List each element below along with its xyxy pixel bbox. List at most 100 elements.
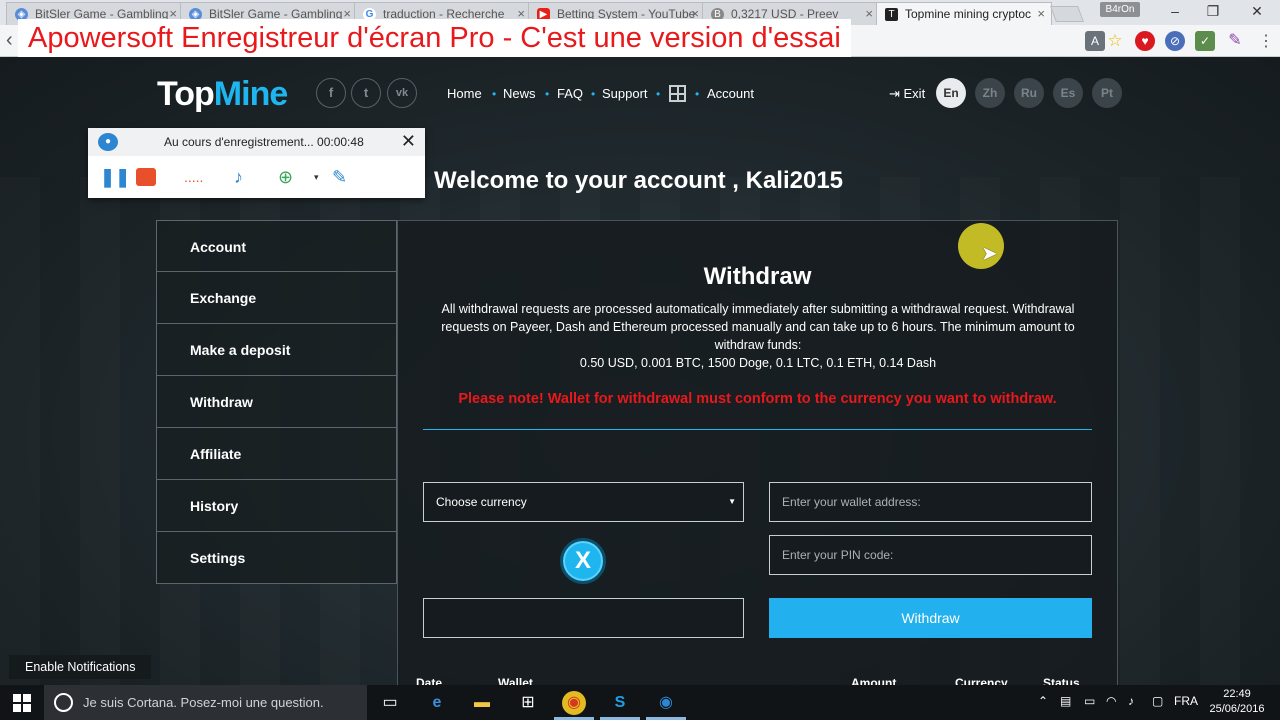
windows-start-icon[interactable] bbox=[13, 694, 31, 712]
close-tab-icon[interactable]: × bbox=[865, 6, 873, 21]
table-header-date: Date bbox=[416, 676, 443, 685]
menu-dots-icon[interactable]: ⋮ bbox=[1258, 31, 1274, 51]
nav-news[interactable]: News bbox=[503, 86, 536, 101]
currency-select-value: Choose currency bbox=[436, 495, 527, 509]
recorder-app-icon[interactable]: ◉ bbox=[654, 691, 678, 715]
notification-center-icon[interactable]: ▢ bbox=[1152, 694, 1163, 708]
wifi-icon[interactable]: ◠ bbox=[1106, 694, 1116, 708]
audio-icon[interactable]: ♪ bbox=[234, 166, 243, 188]
caret-down-icon: ▼ bbox=[728, 497, 736, 506]
translate-icon[interactable]: A bbox=[1085, 31, 1105, 51]
nav-separator: • bbox=[695, 87, 700, 101]
pen-extension-icon[interactable]: ✎ bbox=[1225, 31, 1245, 51]
currency-select[interactable]: Choose currency ▼ bbox=[423, 482, 744, 522]
sidebar-item-account[interactable]: Account bbox=[156, 220, 397, 272]
account-sidebar: Account Exchange Make a deposit Withdraw… bbox=[156, 220, 397, 584]
exit-label: Exit bbox=[903, 86, 926, 101]
sidebar-item-exchange[interactable]: Exchange bbox=[156, 272, 397, 324]
table-header-wallet: Wallet bbox=[498, 676, 533, 685]
chrome-icon[interactable]: ◉ bbox=[562, 691, 586, 715]
grid-icon[interactable] bbox=[669, 85, 686, 102]
store-icon[interactable]: ⊞ bbox=[516, 691, 540, 715]
twitter-icon[interactable]: t bbox=[351, 78, 381, 108]
dropdown-caret-icon[interactable]: ▾ bbox=[314, 166, 319, 188]
vk-icon[interactable]: vk bbox=[387, 78, 417, 108]
nav-separator: • bbox=[545, 87, 550, 101]
sidebar-item-affiliate[interactable]: Affiliate bbox=[156, 428, 397, 480]
nav-separator: • bbox=[656, 87, 661, 101]
tray-network-icon[interactable]: ▤ bbox=[1060, 694, 1071, 708]
sidebar-item-make-deposit[interactable]: Make a deposit bbox=[156, 324, 397, 376]
nav-home[interactable]: Home bbox=[447, 86, 482, 101]
nav-separator: • bbox=[591, 87, 596, 101]
pause-icon[interactable]: ❚❚ bbox=[100, 166, 130, 188]
language-en[interactable]: En bbox=[936, 78, 966, 108]
withdraw-button[interactable]: Withdraw bbox=[769, 598, 1092, 638]
tray-battery-icon[interactable]: ▭ bbox=[1084, 694, 1095, 708]
system-clock[interactable]: 22:49 25/06/2016 bbox=[1206, 687, 1268, 717]
back-arrow-icon[interactable]: ‹ bbox=[6, 29, 13, 52]
language-zh[interactable]: Zh bbox=[975, 78, 1005, 108]
topmine-logo[interactable]: TopMine bbox=[157, 75, 288, 114]
sidebar-item-settings[interactable]: Settings bbox=[156, 532, 397, 584]
table-header-amount: Amount bbox=[851, 676, 897, 685]
table-header-status: Status bbox=[1043, 676, 1080, 685]
adblock-icon[interactable]: ♥ bbox=[1135, 31, 1155, 51]
language-pt[interactable]: Pt bbox=[1092, 78, 1122, 108]
wallet-address-input[interactable] bbox=[769, 482, 1092, 522]
file-explorer-icon[interactable]: ▬ bbox=[470, 691, 494, 715]
facebook-icon[interactable]: f bbox=[316, 78, 346, 108]
nav-account[interactable]: Account bbox=[707, 86, 754, 101]
input-language[interactable]: FRA bbox=[1174, 694, 1198, 708]
recorder-logo-icon: ● bbox=[98, 133, 118, 151]
language-ru[interactable]: Ru bbox=[1014, 78, 1044, 108]
stop-icon[interactable] bbox=[136, 168, 156, 186]
star-icon[interactable]: ☆ bbox=[1105, 31, 1125, 51]
recorder-header: ● Au cours d'enregistrement... 00:00:48 … bbox=[88, 128, 425, 156]
close-tab-icon[interactable]: × bbox=[1037, 6, 1045, 21]
table-header-currency: Currency bbox=[955, 676, 1008, 685]
nav-faq[interactable]: FAQ bbox=[557, 86, 583, 101]
trim-icon[interactable]: ..... bbox=[184, 166, 203, 188]
withdraw-minimums: 0.50 USD, 0.001 BTC, 1500 Doge, 0.1 LTC,… bbox=[579, 356, 937, 370]
extension-icon[interactable]: ✓ bbox=[1195, 31, 1215, 51]
exit-link[interactable]: ⇥ Exit bbox=[889, 86, 925, 102]
tray-chevron-icon[interactable]: ⌃ bbox=[1038, 694, 1048, 708]
enable-notifications-button[interactable]: Enable Notifications bbox=[9, 655, 152, 679]
volume-icon[interactable]: ♪ bbox=[1128, 694, 1134, 708]
pin-code-input[interactable] bbox=[769, 535, 1092, 575]
new-tab-button[interactable] bbox=[1050, 6, 1084, 22]
welcome-heading: Welcome to your account , Kali2015 bbox=[434, 167, 844, 194]
cortana-search[interactable]: Je suis Cortana. Posez-moi une question. bbox=[44, 685, 367, 720]
sidebar-item-withdraw[interactable]: Withdraw bbox=[156, 376, 397, 428]
minimize-button[interactable]: – bbox=[1160, 3, 1190, 21]
wallet-warning-note: Please note! Wallet for withdrawal must … bbox=[458, 391, 1057, 407]
browser-tab-active[interactable]: T Topmine mining cryptoc × bbox=[876, 2, 1052, 25]
logo-text-mine: Mine bbox=[213, 75, 288, 113]
profile-badge[interactable]: B4rOn bbox=[1100, 2, 1140, 17]
pen-icon[interactable]: ✎ bbox=[332, 166, 347, 188]
recording-status: Au cours d'enregistrement... 00:00:48 bbox=[164, 135, 364, 149]
windows-taskbar: Je suis Cortana. Posez-moi une question.… bbox=[0, 685, 1280, 720]
language-es[interactable]: Es bbox=[1053, 78, 1083, 108]
withdraw-title: Withdraw bbox=[703, 263, 812, 290]
edge-icon[interactable]: e bbox=[425, 691, 449, 715]
clock-time: 22:49 bbox=[1223, 688, 1251, 700]
restore-button[interactable]: ❐ bbox=[1198, 3, 1228, 21]
withdraw-panel: Withdraw All withdrawal requests are pro… bbox=[397, 220, 1118, 685]
webcam-icon[interactable]: ⊕ bbox=[278, 166, 293, 188]
skype-icon[interactable]: S bbox=[608, 691, 632, 715]
mouse-cursor-icon: ➤ bbox=[981, 243, 998, 265]
task-view-icon[interactable]: ▭ bbox=[378, 691, 402, 715]
nav-separator: • bbox=[492, 87, 497, 101]
nav-support[interactable]: Support bbox=[602, 86, 648, 101]
close-window-button[interactable]: ✕ bbox=[1242, 3, 1272, 21]
sidebar-item-history[interactable]: History bbox=[156, 480, 397, 532]
close-icon[interactable]: ✕ bbox=[401, 131, 416, 152]
exit-icon: ⇥ bbox=[889, 86, 904, 101]
amount-input[interactable] bbox=[423, 598, 744, 638]
blocker-icon[interactable]: ⊘ bbox=[1165, 31, 1185, 51]
currency-coin-icon: X bbox=[560, 538, 606, 584]
withdraw-description-text: All withdrawal requests are processed au… bbox=[441, 302, 1075, 352]
clock-date: 25/06/2016 bbox=[1209, 703, 1265, 715]
